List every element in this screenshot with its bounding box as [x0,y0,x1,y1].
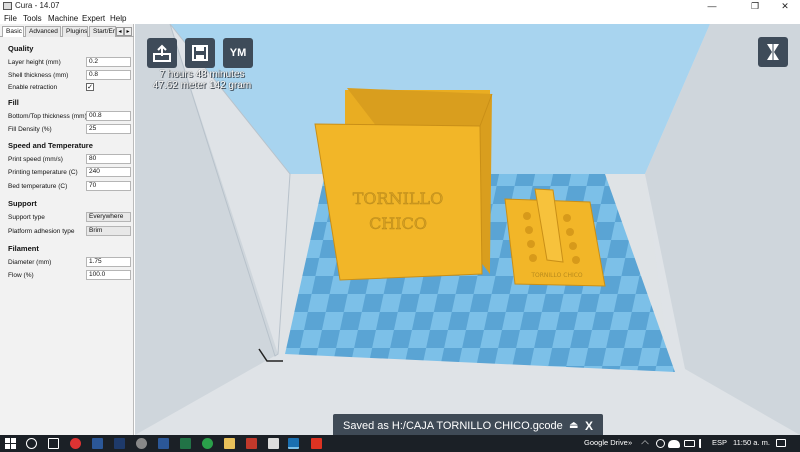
red-app-icon[interactable] [246,438,257,449]
opera-icon[interactable] [70,438,81,449]
layer-height-input[interactable]: 0.2 [86,57,131,67]
tab-basic[interactable]: Basic [2,26,24,37]
menu-expert[interactable]: Expert [82,14,105,23]
save-toolpath-button[interactable] [185,38,215,68]
task-view-icon[interactable] [48,438,59,449]
support-type-select[interactable]: Everywhere [86,212,131,222]
fill-density-input[interactable]: 25 [86,124,131,134]
calculator-icon[interactable] [268,438,279,449]
3d-viewport[interactable]: TORNILLO CHICO TORNILLO CHICO YM 7 hours… [135,24,800,435]
show-hidden-icons-icon[interactable] [641,440,649,448]
menu-file[interactable]: File [4,14,17,23]
flow-input[interactable]: 100.0 [86,270,131,280]
bed-temperature-label: Bed temperature (C) [8,183,68,190]
menu-bar: File Tools Machine Expert Help [0,13,800,24]
model-engraved-text-line1: TORNILLO [353,189,444,208]
green-app-icon[interactable] [202,438,213,449]
app-icon-1[interactable] [136,438,147,449]
view-mode-icon [767,44,779,60]
window-title: Cura - 14.07 [15,1,60,10]
windows-taskbar: Google Drive » ESP 11:50 a. m. [0,435,800,452]
youmagine-button[interactable]: YM [223,38,253,68]
section-support: Support [8,199,37,208]
menu-machine[interactable]: Machine [48,14,78,23]
section-quality: Quality [8,44,34,53]
print-speed-input[interactable]: 80 [86,154,131,164]
print-time-text: 7 hours 48 minutes [159,69,245,80]
onedrive-icon[interactable] [656,439,665,448]
language-indicator[interactable]: ESP [712,438,727,447]
terminal-icon[interactable] [114,438,125,449]
diameter-input[interactable]: 1.75 [86,257,131,267]
clock[interactable]: 11:50 a. m. [733,438,770,447]
printing-temperature-label: Printing temperature (C) [8,169,78,176]
load-model-button[interactable] [147,38,177,68]
save-notification-text: Saved as H:/CAJA TORNILLO CHICO.gcode [343,420,563,432]
printing-temperature-input[interactable]: 240 [86,167,131,177]
section-fill: Fill [8,98,19,107]
platform-adhesion-label: Platform adhesion type [8,228,75,235]
save-icon [192,45,208,61]
google-drive-label[interactable]: Google Drive [584,438,628,447]
model-tray: TORNILLO CHICO [504,188,606,287]
settings-panel: Basic Advanced Plugins Start/Er ◂ ▸ Qual… [0,24,134,435]
network-icon[interactable] [684,440,695,447]
tab-scroll-left-icon[interactable]: ◂ [116,27,124,36]
windows-start-icon[interactable] [5,438,16,449]
tab-plugins[interactable]: Plugins [62,26,88,37]
visual-studio-icon[interactable] [92,438,103,449]
model-engraved-text-line2: CHICO [369,214,427,233]
enable-retraction-checkbox[interactable]: ✓ [86,83,94,91]
diameter-label: Diameter (mm) [8,259,52,266]
fill-density-label: Fill Density (%) [8,126,52,133]
support-type-label: Support type [8,214,45,221]
cloud-icon[interactable] [668,440,680,448]
tab-advanced[interactable]: Advanced [25,26,61,37]
layer-height-label: Layer height (mm) [8,59,61,66]
bottom-top-thickness-input[interactable]: 00.8 [86,111,131,121]
cura-app-icon [3,2,12,10]
close-window-button[interactable]: ✕ [770,0,800,13]
excel-icon[interactable] [180,438,191,449]
minimize-button[interactable]: — [697,0,727,13]
enable-retraction-label: Enable retraction [8,84,58,91]
section-speed-temperature: Speed and Temperature [8,141,93,150]
platform-adhesion-select[interactable]: Brim [86,226,131,236]
print-speed-label: Print speed (mm/s) [8,156,63,163]
word-icon[interactable] [158,438,169,449]
menu-tools[interactable]: Tools [23,14,42,23]
bed-temperature-input[interactable]: 70 [86,181,131,191]
cortana-search-icon[interactable] [26,438,37,449]
shell-thickness-input[interactable]: 0.8 [86,70,131,80]
shell-thickness-label: Shell thickness (mm) [8,72,69,79]
view-mode-button[interactable] [758,37,788,67]
maximize-button[interactable]: ❐ [740,0,770,13]
title-bar: Cura - 14.07 — ❐ ✕ [0,0,800,13]
part-text: TORNILLO CHICO [530,272,583,279]
section-filament: Filament [8,244,39,253]
bottom-top-thickness-label: Bottom/Top thickness (mm) [8,113,87,120]
flow-label: Flow (%) [8,272,34,279]
file-explorer-icon[interactable] [224,438,235,449]
load-icon [153,44,171,62]
tab-scroll-right-icon[interactable]: ▸ [124,27,132,36]
print-material-text: 47.62 meter 142 gram [152,80,252,91]
action-center-icon[interactable] [776,439,786,447]
volume-icon[interactable] [699,439,707,448]
tab-start-end[interactable]: Start/Er [89,26,116,37]
tray-overflow-icon[interactable]: » [628,438,632,447]
settings-tabs: Basic Advanced Plugins Start/Er ◂ ▸ [0,26,134,37]
menu-help[interactable]: Help [110,14,126,23]
cura-taskbar-icon[interactable] [288,438,299,449]
acrobat-icon[interactable] [311,438,322,449]
